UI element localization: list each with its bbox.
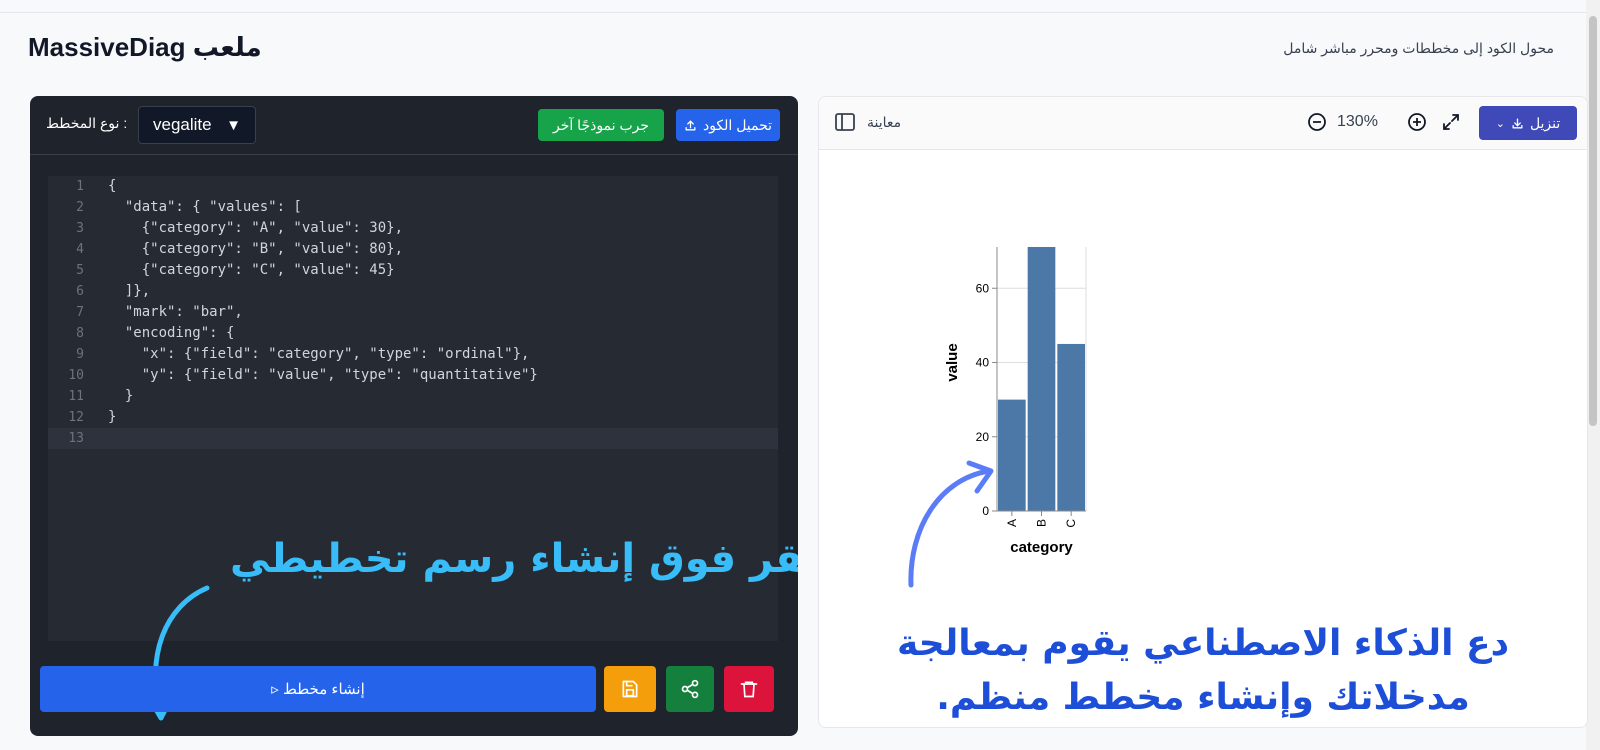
zoom-out-icon[interactable] [1307, 112, 1327, 132]
preview-panel: معاينة 130% تنزيل ⌄ 020406080ABCcategory… [818, 96, 1588, 728]
delete-button[interactable] [724, 666, 774, 712]
code-line[interactable]: 11 } [48, 386, 778, 407]
diagram-type-label: : نوع المخطط [46, 115, 128, 131]
preview-label: معاينة [867, 114, 902, 130]
code-line[interactable]: 7 "mark": "bar", [48, 302, 778, 323]
line-number: 12 [68, 410, 84, 425]
code-text: "y": {"field": "value", "type": "quantit… [108, 367, 538, 383]
line-number: 4 [76, 242, 84, 257]
download-label: تنزيل [1529, 114, 1561, 131]
code-text: {"category": "A", "value": 30}, [108, 220, 404, 236]
zoom-level: 130% [1337, 113, 1378, 130]
share-button[interactable] [666, 666, 714, 712]
line-number: 3 [76, 221, 84, 236]
line-number: 10 [68, 368, 84, 383]
diagram-type-value: vegalite [153, 115, 212, 134]
save-icon [622, 680, 638, 698]
code-text: ]}, [108, 283, 151, 299]
generate-diagram-button[interactable]: إنشاء مخطط ▹ [40, 666, 596, 712]
line-number: 2 [76, 200, 84, 215]
chevron-down-icon: ⌄ [1495, 117, 1505, 130]
x-axis-title: category [1010, 539, 1073, 556]
code-line[interactable]: 2 "data": { "values": [ [48, 197, 778, 218]
x-tick-label: A [1005, 519, 1019, 527]
line-number: 13 [68, 431, 84, 446]
diagram-type-select[interactable]: vegalite ▼ [138, 106, 256, 144]
code-text: } [108, 409, 117, 425]
y-tick-label: 40 [976, 356, 990, 370]
line-number: 8 [76, 326, 84, 341]
x-tick-label: B [1035, 519, 1049, 527]
code-text: "encoding": { [108, 325, 235, 341]
trash-icon [740, 681, 758, 698]
code-line[interactable]: 9 "x": {"field": "category", "type": "or… [48, 344, 778, 365]
upload-code-button[interactable]: تحميل الكود [676, 109, 780, 141]
code-text: } [108, 388, 134, 404]
app-subtitle: محول الكود إلى مخططات ومحرر مباشر شامل [1283, 40, 1554, 56]
click-generate-annotation: انقر فوق إنشاء رسم تخطيطي [230, 536, 798, 582]
code-line[interactable]: 8 "encoding": { [48, 323, 778, 344]
line-number: 9 [76, 347, 84, 362]
page-scrollbar[interactable] [1586, 0, 1600, 750]
code-text: {"category": "B", "value": 80}, [108, 241, 404, 257]
code-line[interactable]: 13 [48, 428, 778, 449]
curved-arrow-icon [908, 460, 994, 588]
bar-B [1027, 247, 1056, 511]
editor-panel: تحميل الكود جرب نموذجًا آخر vegalite ▼ :… [30, 96, 798, 736]
zoom-in-icon[interactable] [1407, 112, 1427, 132]
upload-code-label: تحميل الكود [702, 116, 773, 133]
y-tick-label: 20 [976, 430, 990, 444]
code-text: { [108, 178, 117, 194]
scrollbar-thumb[interactable] [1589, 16, 1597, 426]
code-line[interactable]: 12} [48, 407, 778, 428]
try-another-label: جرب نموذجًا آخر [553, 116, 649, 133]
bar-C [1057, 343, 1085, 511]
download-button[interactable]: تنزيل ⌄ [1479, 106, 1577, 140]
code-text: "data": { "values": [ [108, 199, 302, 215]
bar-A [998, 399, 1026, 511]
line-number: 5 [76, 263, 84, 278]
y-tick-label: 60 [976, 281, 990, 295]
code-line[interactable]: 6 ]}, [48, 281, 778, 302]
x-tick-label: C [1064, 519, 1078, 528]
code-line[interactable]: 3 {"category": "A", "value": 30}, [48, 218, 778, 239]
code-line[interactable]: 4 {"category": "B", "value": 80}, [48, 239, 778, 260]
ai-processing-annotation: دع الذكاء الاصطناعي يقوم بمعالجة مدخلاتك… [896, 623, 1510, 718]
code-line[interactable]: 5 {"category": "C", "value": 45} [48, 260, 778, 281]
try-another-example-button[interactable]: جرب نموذجًا آخر [538, 109, 664, 141]
download-icon [1512, 118, 1523, 128]
fullscreen-icon[interactable] [1441, 112, 1461, 132]
code-text: {"category": "C", "value": 45} [108, 262, 395, 278]
dropdown-triangle-icon: ▼ [226, 116, 241, 134]
y-axis-title: value [944, 343, 961, 381]
code-text: "x": {"field": "category", "type": "ordi… [108, 346, 530, 362]
code-line[interactable]: 1{ [48, 176, 778, 197]
upload-icon [685, 120, 696, 130]
line-number: 11 [68, 389, 84, 404]
line-number: 6 [76, 284, 84, 299]
share-icon [681, 679, 699, 699]
generate-diagram-label: إنشاء مخطط ▹ [271, 681, 365, 698]
editor-toolbar: تحميل الكود جرب نموذجًا آخر vegalite ▼ :… [30, 96, 798, 155]
top-divider [0, 12, 1586, 13]
code-text: "mark": "bar", [108, 304, 243, 320]
line-number: 7 [76, 305, 84, 320]
sidebar-toggle-icon[interactable] [835, 113, 855, 131]
app-title: MassiveDiag ملعب [28, 32, 262, 62]
line-number: 1 [76, 179, 84, 194]
save-button[interactable] [604, 666, 656, 712]
code-line[interactable]: 10 "y": {"field": "value", "type": "quan… [48, 365, 778, 386]
preview-toolbar: معاينة 130% تنزيل ⌄ [819, 97, 1587, 150]
